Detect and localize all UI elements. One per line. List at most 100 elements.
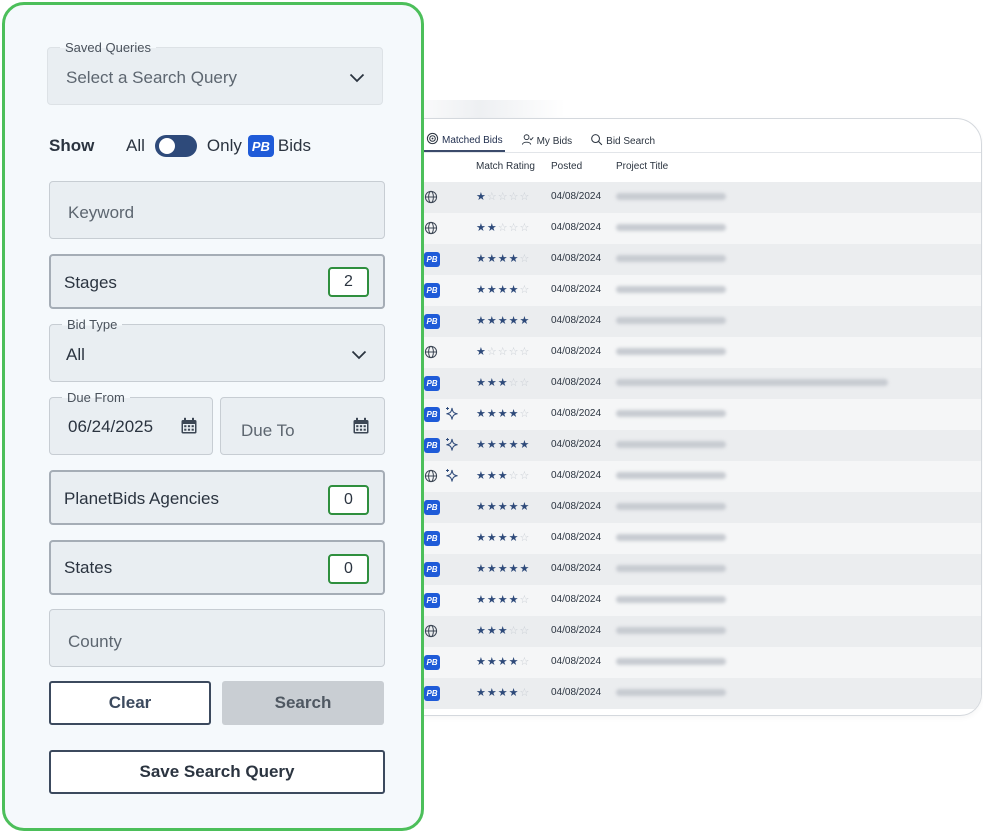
table-row[interactable]: ★☆☆☆☆ 04/08/2024 <box>396 337 981 368</box>
tab-bid-search[interactable]: Bid Search <box>588 130 657 152</box>
states-filter[interactable]: States 0 <box>49 540 385 595</box>
agencies-filter[interactable]: PlanetBids Agencies 0 <box>49 470 385 525</box>
posted-date: 04/08/2024 <box>551 687 602 698</box>
star-filled-icon: ★ <box>508 656 520 668</box>
star-filled-icon: ★ <box>508 315 520 327</box>
project-title-redacted[interactable] <box>616 317 726 324</box>
star-empty-icon: ☆ <box>508 377 520 389</box>
table-row[interactable]: PB ★★★★★ 04/08/2024 <box>396 430 981 461</box>
project-title-redacted[interactable] <box>616 224 726 231</box>
pb-source-badge: PB <box>424 562 440 577</box>
posted-date: 04/08/2024 <box>551 594 602 605</box>
pb-source-badge: PB <box>424 252 440 267</box>
star-filled-icon: ★ <box>508 408 520 420</box>
project-title-redacted[interactable] <box>616 379 888 386</box>
star-filled-icon: ★ <box>497 532 509 544</box>
pb-source-badge: PB <box>424 500 440 515</box>
pb-source-badge: PB <box>424 593 440 608</box>
save-search-query-button[interactable]: Save Search Query <box>49 750 385 794</box>
stages-filter[interactable]: Stages 2 <box>49 254 385 309</box>
show-only-label: Only <box>206 136 242 155</box>
column-match-rating[interactable]: Match Rating <box>476 161 535 172</box>
globe-icon <box>424 469 440 484</box>
star-filled-icon: ★ <box>497 687 509 699</box>
star-filled-icon: ★ <box>486 222 498 234</box>
project-title-redacted[interactable] <box>616 503 726 510</box>
table-row[interactable]: PB ★★★★☆ 04/08/2024 <box>396 244 981 275</box>
table-row[interactable]: PB ★★★☆☆ 04/08/2024 <box>396 368 981 399</box>
star-filled-icon: ★ <box>486 501 498 513</box>
column-posted[interactable]: Posted <box>551 161 582 172</box>
saved-queries-select[interactable]: Saved Queries Select a Search Query <box>47 40 383 105</box>
due-to-input[interactable]: Due To <box>220 397 385 455</box>
project-title-redacted[interactable] <box>616 596 726 603</box>
project-title-redacted[interactable] <box>616 255 726 262</box>
table-row[interactable]: PB ★★★★☆ 04/08/2024 <box>396 399 981 430</box>
match-rating-stars: ★★★★★ <box>476 314 530 328</box>
table-body: ★☆☆☆☆ 04/08/2024 ★★☆☆☆ 04/08/2024 PB ★★★★☆ 04/… <box>396 182 981 709</box>
column-project-title[interactable]: Project Title <box>616 161 668 172</box>
table-row[interactable]: PB ★★★★☆ 04/08/2024 <box>396 585 981 616</box>
toggle-knob <box>158 138 175 154</box>
star-filled-icon: ★ <box>476 253 487 265</box>
match-rating-stars: ★★★★☆ <box>476 655 530 669</box>
project-title-redacted[interactable] <box>616 689 726 696</box>
table-row[interactable]: ★★★☆☆ 04/08/2024 <box>396 461 981 492</box>
star-filled-icon: ★ <box>476 284 487 296</box>
clear-button[interactable]: Clear <box>49 681 211 725</box>
globe-icon <box>424 345 440 360</box>
search-icon <box>590 133 603 149</box>
star-filled-icon: ★ <box>486 625 498 637</box>
table-row[interactable]: PB ★★★★★ 04/08/2024 <box>396 554 981 585</box>
bid-type-label: Bid Type <box>62 317 123 332</box>
table-row[interactable]: ★★☆☆☆ 04/08/2024 <box>396 213 981 244</box>
project-title-redacted[interactable] <box>616 193 726 200</box>
project-title-redacted[interactable] <box>616 472 726 479</box>
star-filled-icon: ★ <box>486 284 498 296</box>
table-row[interactable]: ★★★☆☆ 04/08/2024 <box>396 616 981 647</box>
match-rating-stars: ★★★★★ <box>476 438 530 452</box>
table-row[interactable]: PB ★★★★☆ 04/08/2024 <box>396 678 981 709</box>
tab-matched-bids[interactable]: Matched Bids <box>424 130 505 152</box>
project-title-redacted[interactable] <box>616 627 726 634</box>
posted-date: 04/08/2024 <box>551 253 602 264</box>
star-filled-icon: ★ <box>476 656 487 668</box>
project-title-redacted[interactable] <box>616 565 726 572</box>
pb-source-badge: PB <box>424 655 440 670</box>
project-title-redacted[interactable] <box>616 286 726 293</box>
search-button[interactable]: Search <box>222 681 384 725</box>
table-row[interactable]: PB ★★★★★ 04/08/2024 <box>396 492 981 523</box>
table-row[interactable]: ★☆☆☆☆ 04/08/2024 <box>396 182 981 213</box>
tab-my-bids[interactable]: My Bids <box>519 130 575 152</box>
project-title-redacted[interactable] <box>616 658 726 665</box>
table-row[interactable]: PB ★★★★☆ 04/08/2024 <box>396 523 981 554</box>
table-row[interactable]: PB ★★★★☆ 04/08/2024 <box>396 647 981 678</box>
star-empty-icon: ☆ <box>519 408 531 420</box>
star-empty-icon: ☆ <box>519 532 531 544</box>
project-title-redacted[interactable] <box>616 348 726 355</box>
star-filled-icon: ★ <box>497 594 509 606</box>
table-row[interactable]: PB ★★★★★ 04/08/2024 <box>396 306 981 337</box>
star-empty-icon: ☆ <box>519 253 531 265</box>
star-filled-icon: ★ <box>486 408 498 420</box>
calendar-icon[interactable] <box>180 417 198 435</box>
target-icon <box>426 132 439 148</box>
star-filled-icon: ★ <box>497 470 509 482</box>
county-input[interactable]: County <box>49 609 385 667</box>
star-empty-icon: ☆ <box>508 625 520 637</box>
star-filled-icon: ★ <box>476 532 487 544</box>
project-title-redacted[interactable] <box>616 410 726 417</box>
keyword-input[interactable]: Keyword <box>49 181 385 239</box>
pb-only-toggle[interactable] <box>154 135 197 157</box>
due-from-input[interactable]: Due From 06/24/2025 <box>49 390 213 455</box>
star-filled-icon: ★ <box>508 439 520 451</box>
pb-source-badge: PB <box>424 438 440 453</box>
project-title-redacted[interactable] <box>616 441 726 448</box>
posted-date: 04/08/2024 <box>551 408 602 419</box>
table-row[interactable]: PB ★★★★☆ 04/08/2024 <box>396 275 981 306</box>
bid-type-select[interactable]: Bid Type All <box>49 317 385 382</box>
posted-date: 04/08/2024 <box>551 470 602 481</box>
star-filled-icon: ★ <box>497 315 509 327</box>
calendar-icon[interactable] <box>352 417 370 435</box>
project-title-redacted[interactable] <box>616 534 726 541</box>
